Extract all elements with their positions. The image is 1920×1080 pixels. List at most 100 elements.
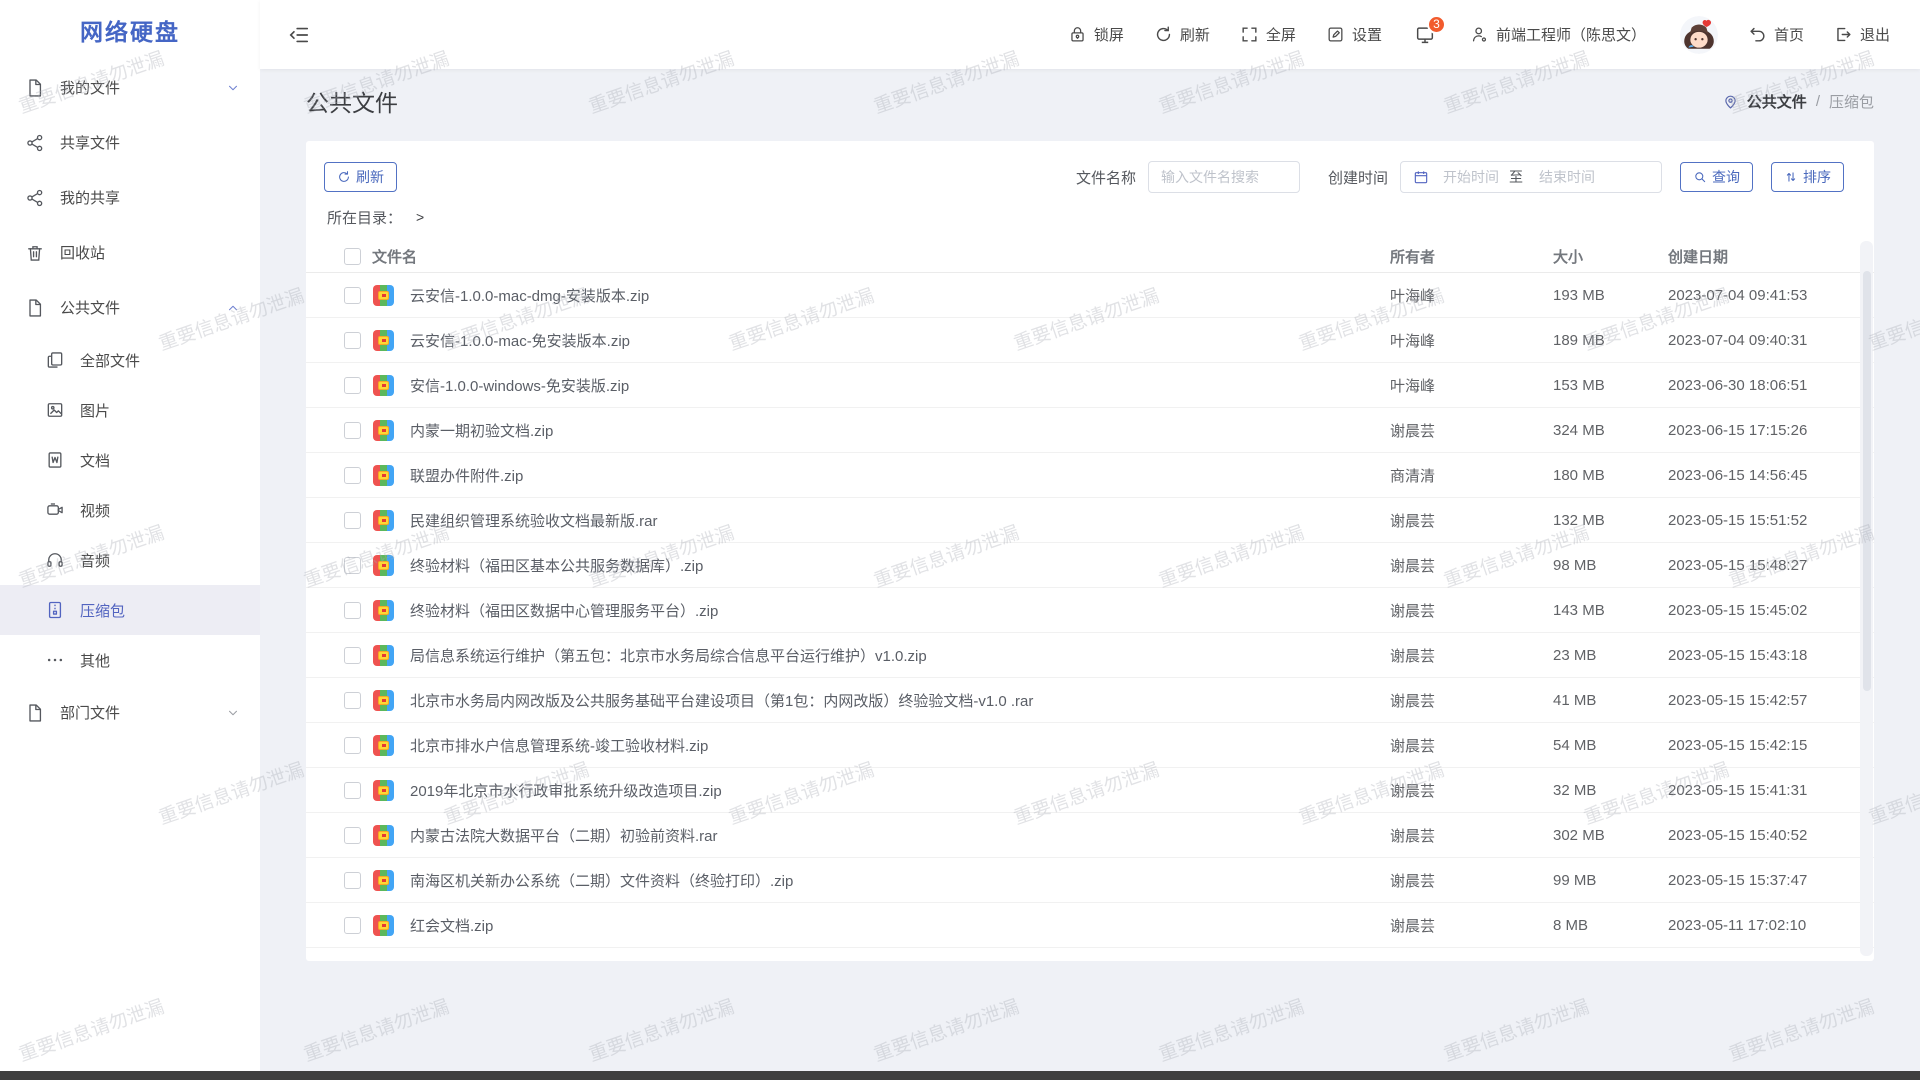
- row-checkbox[interactable]: [344, 872, 361, 889]
- scrollbar[interactable]: [1860, 241, 1873, 956]
- table-row[interactable]: 云安信-1.0.0-mac-dmg-安装版本.zip 叶海峰 193 MB 20…: [306, 273, 1874, 318]
- file-size: 99 MB: [1553, 872, 1668, 889]
- collapse-sidebar-icon[interactable]: [288, 24, 310, 46]
- file-name[interactable]: 民建组织管理系统验收文档最新版.rar: [410, 510, 1390, 531]
- filename-search-input[interactable]: [1148, 161, 1300, 193]
- table-row[interactable]: 云安信-1.0.0-mac-免安装版本.zip 叶海峰 189 MB 2023-…: [306, 318, 1874, 363]
- sidebar-item-others[interactable]: 其他: [0, 635, 260, 685]
- lock-screen-button[interactable]: 锁屏: [1068, 24, 1124, 45]
- sidebar-item-archives[interactable]: 压缩包: [0, 585, 260, 635]
- sidebar-item-dept-files[interactable]: 部门文件: [0, 685, 260, 740]
- row-checkbox[interactable]: [344, 512, 361, 529]
- row-checkbox[interactable]: [344, 422, 361, 439]
- scrollbar-thumb[interactable]: [1863, 271, 1871, 691]
- file-name[interactable]: 北京市排水户信息管理系统-竣工验收材料.zip: [410, 735, 1390, 756]
- row-checkbox[interactable]: [344, 332, 361, 349]
- file-name[interactable]: 云安信-1.0.0-mac-dmg-安装版本.zip: [410, 285, 1390, 306]
- sidebar-item-my-shares[interactable]: 我的共享: [0, 170, 260, 225]
- sidebar-item-public-files[interactable]: 公共文件: [0, 280, 260, 335]
- row-checkbox[interactable]: [344, 377, 361, 394]
- file-name[interactable]: 内蒙古法院大数据平台（二期）初验前资料.rar: [410, 825, 1390, 846]
- table-row[interactable]: 民建组织管理系统验收文档最新版.rar 谢晨芸 132 MB 2023-05-1…: [306, 498, 1874, 543]
- table-row[interactable]: 南海区机关新办公系统（二期）文件资料（终验打印）.zip 谢晨芸 99 MB 2…: [306, 858, 1874, 903]
- notification-icon[interactable]: 3: [1414, 24, 1436, 46]
- file-owner: 叶海峰: [1390, 330, 1553, 351]
- table-row[interactable]: 局信息系统运行维护（第五包：北京市水务局综合信息平台运行维护）v1.0.zip …: [306, 633, 1874, 678]
- breadcrumb-root[interactable]: 公共文件: [1747, 91, 1807, 112]
- date-range-picker[interactable]: 开始时间 至 结束时间: [1400, 161, 1662, 193]
- table-row[interactable]: 终验材料（福田区基本公共服务数据库）.zip 谢晨芸 98 MB 2023-05…: [306, 543, 1874, 588]
- row-checkbox[interactable]: [344, 737, 361, 754]
- sidebar-item-my-files[interactable]: 我的文件: [0, 60, 260, 115]
- file-name[interactable]: 2019年北京市水行政审批系统升级改造项目.zip: [410, 780, 1390, 801]
- file-name[interactable]: 联盟办件附件.zip: [410, 465, 1390, 486]
- query-button[interactable]: 查询: [1680, 162, 1753, 192]
- archive-file-icon: [373, 735, 394, 756]
- sidebar-item-images[interactable]: 图片: [0, 385, 260, 435]
- chevron-down-icon[interactable]: [226, 706, 240, 720]
- fullscreen-button[interactable]: 全屏: [1240, 24, 1296, 45]
- refresh-button[interactable]: 刷新: [1154, 24, 1210, 45]
- row-checkbox[interactable]: [344, 917, 361, 934]
- file-size: 54 MB: [1553, 737, 1668, 754]
- avatar[interactable]: [1680, 16, 1718, 54]
- sidebar-item-label: 我的共享: [60, 187, 120, 208]
- sidebar-item-recycle-bin[interactable]: 回收站: [0, 225, 260, 280]
- row-checkbox[interactable]: [344, 602, 361, 619]
- file-owner: 谢晨芸: [1390, 420, 1553, 441]
- row-checkbox[interactable]: [344, 782, 361, 799]
- file-name[interactable]: 局信息系统运行维护（第五包：北京市水务局综合信息平台运行维护）v1.0.zip: [410, 645, 1390, 666]
- settings-button[interactable]: 设置: [1326, 24, 1382, 45]
- sidebar-item-videos[interactable]: 视频: [0, 485, 260, 535]
- lock-icon: [1068, 25, 1087, 44]
- file-owner: 谢晨芸: [1390, 510, 1553, 531]
- file-name[interactable]: 北京市水务局内网改版及公共服务基础平台建设项目（第1包：内网改版）终验验文档-v…: [410, 690, 1390, 711]
- row-checkbox[interactable]: [344, 557, 361, 574]
- table-row[interactable]: 红会文档.zip 谢晨芸 8 MB 2023-05-11 17:02:10: [306, 903, 1874, 948]
- sidebar-item-label: 部门文件: [60, 702, 120, 723]
- table-row[interactable]: 北京市水务局内网改版及公共服务基础平台建设项目（第1包：内网改版）终验验文档-v…: [306, 678, 1874, 723]
- row-checkbox[interactable]: [344, 827, 361, 844]
- home-button[interactable]: 首页: [1748, 24, 1804, 45]
- created-time-label: 创建时间: [1328, 167, 1388, 188]
- file-name[interactable]: 终验材料（福田区数据中心管理服务平台）.zip: [410, 600, 1390, 621]
- table-row[interactable]: 安信-1.0.0-windows-免安装版.zip 叶海峰 153 MB 202…: [306, 363, 1874, 408]
- table-row[interactable]: 终验材料（福田区数据中心管理服务平台）.zip 谢晨芸 143 MB 2023-…: [306, 588, 1874, 633]
- file-name[interactable]: 云安信-1.0.0-mac-免安装版本.zip: [410, 330, 1390, 351]
- logout-button[interactable]: 退出: [1834, 24, 1890, 45]
- ellipsis-icon: [45, 650, 65, 670]
- refresh-list-button[interactable]: 刷新: [324, 162, 397, 192]
- breadcrumb: 公共文件 / 压缩包: [1722, 91, 1874, 112]
- breadcrumb-separator: /: [1816, 93, 1820, 110]
- watermark: 重要信息请勿泄漏: [870, 992, 1023, 1067]
- row-checkbox[interactable]: [344, 647, 361, 664]
- table-row[interactable]: 内蒙一期初验文档.zip 谢晨芸 324 MB 2023-06-15 17:15…: [306, 408, 1874, 453]
- row-checkbox[interactable]: [344, 287, 361, 304]
- file-name[interactable]: 内蒙一期初验文档.zip: [410, 420, 1390, 441]
- table-row[interactable]: 2019年北京市水行政审批系统升级改造项目.zip 谢晨芸 32 MB 2023…: [306, 768, 1874, 813]
- file-date: 2023-05-15 15:37:47: [1668, 872, 1856, 889]
- table-row[interactable]: 北京市排水户信息管理系统-竣工验收材料.zip 谢晨芸 54 MB 2023-0…: [306, 723, 1874, 768]
- sort-button[interactable]: 排序: [1771, 162, 1844, 192]
- file-name[interactable]: 南海区机关新办公系统（二期）文件资料（终验打印）.zip: [410, 870, 1390, 891]
- user-menu[interactable]: 前端工程师（陈思文）: [1470, 24, 1646, 45]
- row-checkbox[interactable]: [344, 467, 361, 484]
- file-name[interactable]: 终验材料（福田区基本公共服务数据库）.zip: [410, 555, 1390, 576]
- archive-file-icon: [373, 600, 394, 621]
- watermark: 重要信息请勿泄漏: [1725, 992, 1878, 1067]
- file-size: 41 MB: [1553, 692, 1668, 709]
- sidebar-item-documents[interactable]: 文档: [0, 435, 260, 485]
- table-row[interactable]: 联盟办件附件.zip 商清清 180 MB 2023-06-15 14:56:4…: [306, 453, 1874, 498]
- file-name[interactable]: 红会文档.zip: [410, 915, 1390, 936]
- sidebar-item-shared-files[interactable]: 共享文件: [0, 115, 260, 170]
- chevron-down-icon[interactable]: [226, 81, 240, 95]
- file-name[interactable]: 安信-1.0.0-windows-免安装版.zip: [410, 375, 1390, 396]
- table-row[interactable]: 内蒙古法院大数据平台（二期）初验前资料.rar 谢晨芸 302 MB 2023-…: [306, 813, 1874, 858]
- archive-file-icon: [373, 825, 394, 846]
- row-checkbox[interactable]: [344, 692, 361, 709]
- select-all-checkbox[interactable]: [344, 248, 361, 265]
- chevron-up-icon[interactable]: [226, 301, 240, 315]
- sidebar-item-all-files[interactable]: 全部文件: [0, 335, 260, 385]
- sidebar-item-audio[interactable]: 音频: [0, 535, 260, 585]
- file-date: 2023-05-15 15:48:27: [1668, 557, 1856, 574]
